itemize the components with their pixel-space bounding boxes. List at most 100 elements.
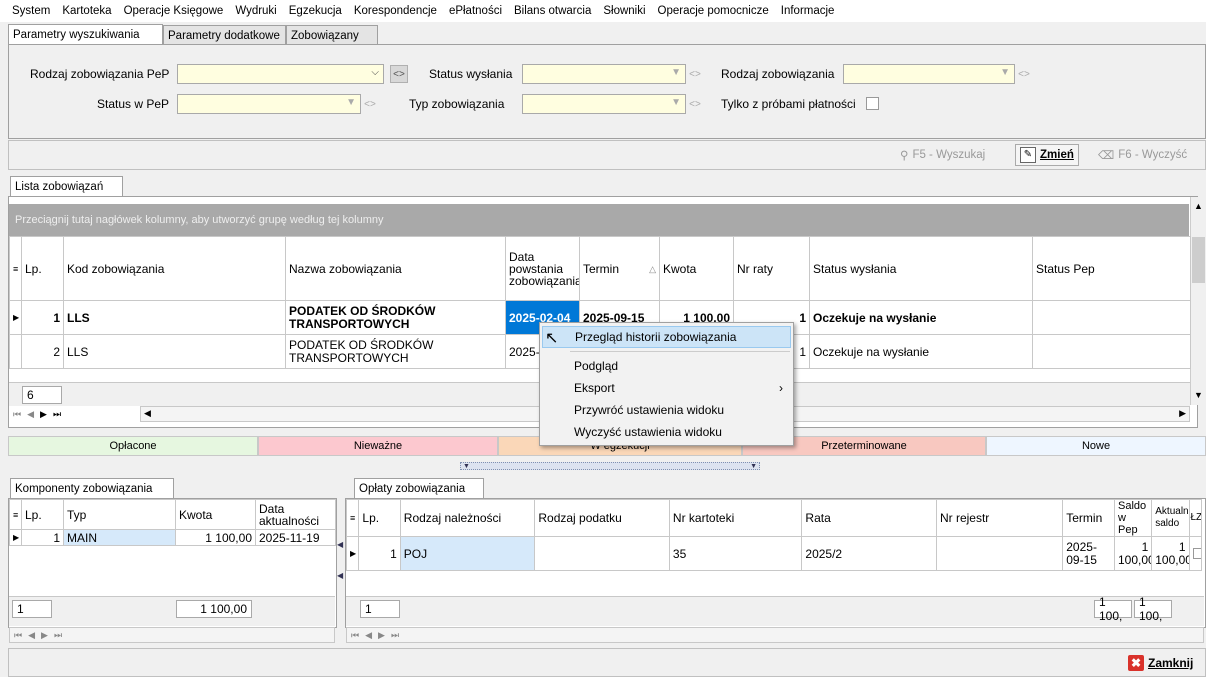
col-status[interactable]: Status wysłania xyxy=(809,236,1033,301)
column-chooser-icon[interactable]: ≡ xyxy=(9,499,22,530)
cell-rodzaj[interactable]: POJ xyxy=(399,536,536,571)
cell-status-pep[interactable] xyxy=(1032,334,1191,369)
col-rodzaj-naleznosci[interactable]: Rodzaj należności xyxy=(399,499,536,537)
clear-status-pep-button[interactable]: <> xyxy=(361,95,379,113)
tylko-proby-checkbox[interactable] xyxy=(866,97,879,110)
cell-kartoteka[interactable]: 35 xyxy=(668,536,803,571)
search-button[interactable]: ⚲ F5 - Wyszukaj xyxy=(896,144,989,166)
col-data-aktualnosci[interactable]: Data aktualności xyxy=(255,499,336,530)
prev-record-icon[interactable]: ◀ xyxy=(365,630,372,641)
first-record-icon[interactable]: ⏮ xyxy=(351,630,359,641)
cell-termin[interactable]: 2025-09-15 xyxy=(1062,536,1115,571)
scroll-left-icon[interactable]: ◀ xyxy=(144,408,151,419)
menu-operacje-ksiegowe[interactable]: Operacje Księgowe xyxy=(118,5,230,17)
cell-saldo-pep[interactable]: 1 100,00 xyxy=(1113,536,1153,571)
menu-bilans-otwarcia[interactable]: Bilans otwarcia xyxy=(508,5,597,17)
menu-operacje-pomocnicze[interactable]: Operacje pomocnicze xyxy=(652,5,775,17)
cell-podatek[interactable] xyxy=(534,536,670,571)
clear-typ-zob-button[interactable]: <> xyxy=(686,95,704,113)
cell-status[interactable]: Oczekuje na wysłanie xyxy=(809,334,1033,369)
cell-data[interactable]: 2025-11-19 xyxy=(255,529,336,546)
col-nr-rejestr[interactable]: Nr rejestr xyxy=(935,499,1064,537)
menu-podglad[interactable]: Podgląd xyxy=(542,355,791,377)
cell-status[interactable]: Oczekuje na wysłanie xyxy=(809,300,1033,335)
cell-nazwa[interactable]: PODATEK OD ŚRODKÓW TRANSPORTOWYCH xyxy=(285,334,506,369)
close-button[interactable]: ✖ Zamknij xyxy=(1128,653,1193,673)
prev-record-icon[interactable]: ◀ xyxy=(28,630,35,641)
tab-parametry-dodatkowe[interactable]: Parametry dodatkowe xyxy=(163,25,286,45)
next-record-icon[interactable]: ▶ xyxy=(378,630,385,641)
col-lp[interactable]: Lp. xyxy=(21,499,64,530)
tab-oplaty[interactable]: Opłaty zobowiązania xyxy=(354,478,484,499)
menu-korespondencje[interactable]: Korespondencje xyxy=(348,5,443,17)
scroll-up-icon[interactable]: ▲ xyxy=(1194,201,1203,211)
menu-wydruki[interactable]: Wydruki xyxy=(229,5,282,17)
column-chooser-icon[interactable]: ≡ xyxy=(345,499,360,537)
tab-parametry-wyszukiwania[interactable]: Parametry wyszukiwania xyxy=(8,24,163,45)
col-lzp[interactable]: ŁZP xyxy=(1188,499,1202,537)
menu-przeglad-historii[interactable]: Przegląd historii zobowiązania xyxy=(542,326,791,348)
rodzaj-zob-combo[interactable]: ▼ xyxy=(843,64,1015,84)
lzp-checkbox[interactable] xyxy=(1192,548,1201,559)
scroll-right-icon[interactable]: ▶ xyxy=(1179,408,1186,419)
tab-lista-zobowiazan[interactable]: Lista zobowiązań xyxy=(10,176,123,197)
typ-zob-combo[interactable]: ▼ xyxy=(522,94,686,114)
col-lp[interactable]: Lp. xyxy=(358,499,401,537)
status-pep-combo[interactable]: ▼ xyxy=(177,94,361,114)
fees-navigator[interactable]: ⏮ ◀ ▶ ⏭ xyxy=(346,627,1204,643)
cell-lp[interactable]: 2 xyxy=(21,334,64,369)
col-termin[interactable]: Termin △ xyxy=(579,236,660,301)
col-saldo-pep[interactable]: Saldo w Pep xyxy=(1113,499,1153,537)
last-record-icon[interactable]: ⏭ xyxy=(54,630,62,641)
cell-kwota[interactable]: 1 100,00 xyxy=(175,529,256,546)
cell-rejestr[interactable] xyxy=(935,536,1064,571)
menu-egzekucja[interactable]: Egzekucja xyxy=(283,5,348,17)
col-rodzaj-podatku[interactable]: Rodzaj podatku xyxy=(534,499,670,537)
column-chooser-icon[interactable]: ≡ xyxy=(9,236,22,301)
col-aktualne-saldo[interactable]: Aktualne saldo xyxy=(1151,499,1190,537)
clear-rodzaj-pep-button[interactable]: <> xyxy=(390,65,408,83)
col-lp[interactable]: Lp. xyxy=(21,236,64,301)
last-record-icon[interactable]: ⏭ xyxy=(53,409,61,420)
scroll-thumb[interactable] xyxy=(1192,237,1205,283)
col-kod[interactable]: Kod zobowiązania xyxy=(63,236,286,301)
group-by-bar[interactable]: Przeciągnij tutaj nagłówek kolumny, aby … xyxy=(9,204,1189,236)
cell-kod[interactable]: LLS xyxy=(63,300,286,335)
next-record-icon[interactable]: ▶ xyxy=(40,409,47,420)
menu-przywroc-ustawienia[interactable]: Przywróć ustawienia widoku xyxy=(542,399,791,421)
col-nr-kartoteki[interactable]: Nr kartoteki xyxy=(668,499,803,537)
first-record-icon[interactable]: ⏮ xyxy=(14,630,22,641)
components-navigator[interactable]: ⏮ ◀ ▶ ⏭ xyxy=(9,627,335,643)
cell-saldo[interactable]: 1 100,00 xyxy=(1151,536,1190,571)
menu-informacje[interactable]: Informacje xyxy=(775,5,841,17)
prev-record-icon[interactable]: ◀ xyxy=(27,409,34,420)
col-rata[interactable]: Rata xyxy=(801,499,937,537)
tab-zobowiazany[interactable]: Zobowiązany xyxy=(286,25,378,45)
last-record-icon[interactable]: ⏭ xyxy=(391,630,399,641)
menu-slowniki[interactable]: Słowniki xyxy=(597,5,651,17)
clear-rodzaj-zob-button[interactable]: <> xyxy=(1015,65,1033,83)
cell-typ[interactable]: MAIN xyxy=(63,529,176,546)
col-kwota[interactable]: Kwota xyxy=(659,236,734,301)
col-data[interactable]: Data powstania zobowiązania xyxy=(505,236,580,301)
cell-lp[interactable]: 1 xyxy=(21,300,64,335)
tab-komponenty[interactable]: Komponenty zobowiązania xyxy=(10,478,174,499)
scroll-down-icon[interactable]: ▼ xyxy=(1194,390,1203,400)
col-termin[interactable]: Termin xyxy=(1062,499,1115,537)
col-nr-raty[interactable]: Nr raty xyxy=(733,236,810,301)
cell-status-pep[interactable] xyxy=(1032,300,1191,335)
vertical-scrollbar[interactable]: ▲ ▼ xyxy=(1190,197,1206,405)
menu-kartoteka[interactable]: Kartoteka xyxy=(56,5,117,17)
lzp-checkbox-cell[interactable] xyxy=(1188,536,1202,571)
col-nazwa[interactable]: Nazwa zobowiązania xyxy=(285,236,506,301)
cell-lp[interactable]: 1 xyxy=(358,536,401,571)
col-typ[interactable]: Typ xyxy=(63,499,176,530)
cell-kod[interactable]: LLS xyxy=(63,334,286,369)
splitter-handle[interactable]: ▼ ▼ xyxy=(460,462,760,470)
cell-rata[interactable]: 2025/2 xyxy=(801,536,937,571)
clear-button[interactable]: ⌫ F6 - Wyczyść xyxy=(1094,144,1191,166)
status-wyslania-combo[interactable]: ▼ xyxy=(522,64,686,84)
change-button[interactable]: ✎ Zmień xyxy=(1015,144,1079,166)
cell-nazwa[interactable]: PODATEK OD ŚRODKÓW TRANSPORTOWYCH xyxy=(285,300,506,335)
record-navigator[interactable]: ⏮ ◀ ▶ ⏭ xyxy=(9,406,139,422)
